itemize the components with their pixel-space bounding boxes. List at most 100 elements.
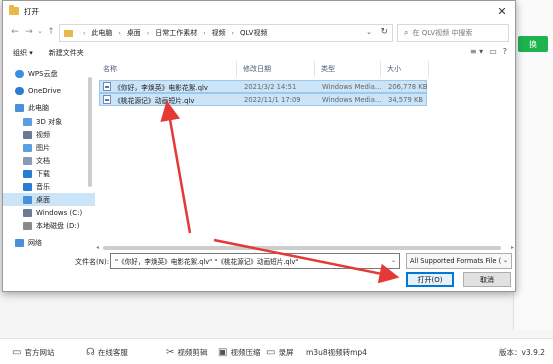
file-date: 2022/11/1 17:09 — [244, 95, 301, 104]
file-size: 34,579 KB — [388, 95, 424, 104]
computer-icon — [15, 103, 24, 112]
file-name-cell: 《你好，李焕英》电影花絮.qlv — [103, 81, 208, 92]
scissors-icon: ✂ — [166, 346, 175, 358]
refresh-button[interactable]: ↻ — [380, 27, 388, 37]
sidebar-item-label: 视频 — [36, 130, 50, 139]
file-type-select[interactable]: All Supported Formats File ( ⌄ — [406, 253, 512, 269]
music-icon — [23, 182, 32, 191]
video-compress-link[interactable]: ▣ 视频压缩 — [218, 339, 260, 364]
scroll-left-icon[interactable]: ◂ — [96, 244, 99, 251]
record-link[interactable]: ▭ 录屏 — [266, 339, 293, 364]
chevron-down-icon[interactable]: ⌄ — [503, 257, 508, 264]
navigation-row: ← → ⌄ ↑ › 此电脑 › 桌面 › 日常工作素材 › 视频 › QLV视频… — [3, 23, 515, 43]
support-link[interactable]: ☊ 在线客服 — [86, 339, 128, 364]
cancel-button[interactable]: 取消 — [463, 272, 511, 287]
breadcrumb-item[interactable]: 日常工作素材 — [155, 28, 197, 38]
sidebar-item-onedrive[interactable]: OneDrive — [3, 84, 95, 97]
sidebar-item-wps-cloud[interactable]: WPS云盘 — [3, 67, 95, 80]
headset-icon: ☊ — [86, 346, 95, 358]
scrollbar-thumb[interactable] — [88, 77, 92, 187]
organize-menu[interactable]: 组织 ▾ — [13, 48, 33, 58]
file-name-cell: 《桃花源记》动画短片.qlv — [103, 94, 194, 105]
sidebar-item-drive-d[interactable]: 本地磁盘 (D:) — [3, 219, 95, 232]
dialog-titlebar[interactable]: 打开 ✕ — [3, 1, 515, 21]
table-row[interactable]: 《桃花源记》动画短片.qlv 2022/11/1 17:09 Windows M… — [99, 93, 427, 106]
file-type-value: All Supported Formats File ( — [410, 257, 502, 265]
record-icon: ▭ — [266, 346, 276, 358]
sidebar-item-label: 文档 — [36, 156, 50, 165]
column-header-name[interactable]: 名称 — [97, 61, 237, 77]
scrollbar-thumb[interactable] — [103, 246, 501, 250]
chevron-right-icon: › — [203, 29, 206, 37]
preview-pane-icon[interactable]: ▭ — [489, 47, 497, 56]
cloud-icon — [15, 69, 24, 78]
search-input[interactable]: ⌕ 在 QLV视频 中搜索 — [397, 24, 509, 42]
sidebar-item-label: 网络 — [28, 238, 42, 247]
video-edit-link[interactable]: ✂ 视频剪辑 — [166, 339, 207, 364]
folder-icon — [64, 29, 73, 37]
horizontal-scrollbar[interactable]: ◂ ▸ — [95, 244, 515, 252]
sidebar-item-desktop[interactable]: 桌面 — [3, 193, 95, 206]
scroll-right-icon[interactable]: ▸ — [511, 244, 514, 251]
search-placeholder: 在 QLV视频 中搜索 — [412, 29, 473, 37]
column-header-date[interactable]: 修改日期 — [237, 61, 315, 77]
official-site-link[interactable]: ▭ 官方网站 — [12, 339, 54, 364]
chevron-down-icon[interactable]: ⌄ — [391, 257, 396, 264]
address-bar[interactable]: › 此电脑 › 桌面 › 日常工作素材 › 视频 › QLV视频 ⌄ ↻ — [59, 24, 393, 42]
back-button[interactable]: ← — [9, 27, 21, 37]
help-icon[interactable]: ? — [503, 47, 507, 56]
website-icon: ▭ — [12, 346, 22, 358]
filename-value: "《你好，李焕英》电影花絮.qlv" "《桃花源记》动画短片.qlv" — [115, 258, 299, 266]
filename-input[interactable]: "《你好，李焕英》电影花絮.qlv" "《桃花源记》动画短片.qlv" ⌄ — [110, 253, 400, 269]
video-icon — [23, 130, 32, 139]
filename-label: 文件名(N): — [75, 258, 110, 266]
navigation-pane: WPS云盘 OneDrive 此电脑 3D 对象 视频 图片 文档 下载 音乐 … — [3, 63, 95, 253]
sidebar-item-network[interactable]: 网络 — [3, 236, 95, 249]
official-site-label: 官方网站 — [24, 347, 55, 357]
close-button[interactable]: ✕ — [495, 4, 509, 18]
video-edit-label: 视频剪辑 — [177, 347, 208, 357]
up-button[interactable]: ↑ — [45, 27, 57, 37]
sidebar-item-drive-c[interactable]: Windows (C:) — [3, 206, 95, 219]
address-dropdown-icon[interactable]: ⌄ — [366, 28, 372, 36]
breadcrumb-item[interactable]: 此电脑 — [91, 28, 112, 38]
navigation-scrollbar[interactable] — [87, 63, 92, 253]
column-header-size[interactable]: 大小 — [381, 61, 429, 77]
new-folder-button[interactable]: 新建文件夹 — [49, 48, 84, 58]
column-header-type[interactable]: 类型 — [315, 61, 381, 77]
table-row[interactable]: 《你好，李焕英》电影花絮.qlv 2021/3/2 14:51 Windows … — [99, 80, 427, 93]
dialog-toolbar: 组织 ▾ 新建文件夹 ≡ ▾ ▭ ? — [3, 45, 515, 61]
sidebar-item-label: Windows (C:) — [36, 208, 83, 217]
file-size: 206,778 KB — [388, 82, 428, 91]
sidebar-item-this-pc[interactable]: 此电脑 — [3, 101, 95, 114]
view-controls: ≡ ▾ ▭ ? — [470, 47, 507, 56]
desktop-icon — [23, 195, 32, 204]
breadcrumb-item[interactable]: 视频 — [212, 28, 226, 38]
view-options-icon[interactable]: ≡ ▾ — [470, 47, 483, 56]
sidebar-item-label: 音乐 — [36, 182, 50, 191]
m3u8-label: m3u8视频转mp4 — [306, 347, 367, 357]
sidebar-item-pictures[interactable]: 图片 — [3, 141, 95, 154]
sidebar-item-downloads[interactable]: 下载 — [3, 167, 95, 180]
convert-button[interactable]: 换 — [518, 36, 548, 52]
sidebar-item-3d-objects[interactable]: 3D 对象 — [3, 115, 95, 128]
app-bottom-bar: ▭ 官方网站 ☊ 在线客服 ✂ 视频剪辑 ▣ 视频压缩 ▭ 录屏 m3u8视频转… — [0, 338, 553, 364]
sidebar-item-music[interactable]: 音乐 — [3, 180, 95, 193]
document-icon — [23, 156, 32, 165]
sidebar-item-label: 图片 — [36, 143, 50, 152]
file-name: 《你好，李焕英》电影花絮.qlv — [114, 83, 208, 92]
file-type: Windows Media... — [322, 95, 382, 104]
sidebar-item-label: 3D 对象 — [36, 117, 63, 126]
breadcrumb-item[interactable]: 桌面 — [127, 28, 141, 38]
sidebar-item-documents[interactable]: 文档 — [3, 154, 95, 167]
video-compress-label: 视频压缩 — [230, 347, 261, 357]
open-button[interactable]: 打开(O) — [406, 272, 454, 287]
chevron-right-icon: › — [231, 29, 235, 37]
breadcrumb-item[interactable]: QLV视频 — [240, 28, 267, 38]
version-label: 版本：v3.9.2 — [498, 347, 545, 357]
video-file-icon — [103, 95, 111, 104]
sidebar-item-label: WPS云盘 — [28, 69, 58, 78]
sidebar-item-label: 下载 — [36, 169, 50, 178]
sidebar-item-videos[interactable]: 视频 — [3, 128, 95, 141]
m3u8-link[interactable]: m3u8视频转mp4 — [306, 339, 367, 364]
